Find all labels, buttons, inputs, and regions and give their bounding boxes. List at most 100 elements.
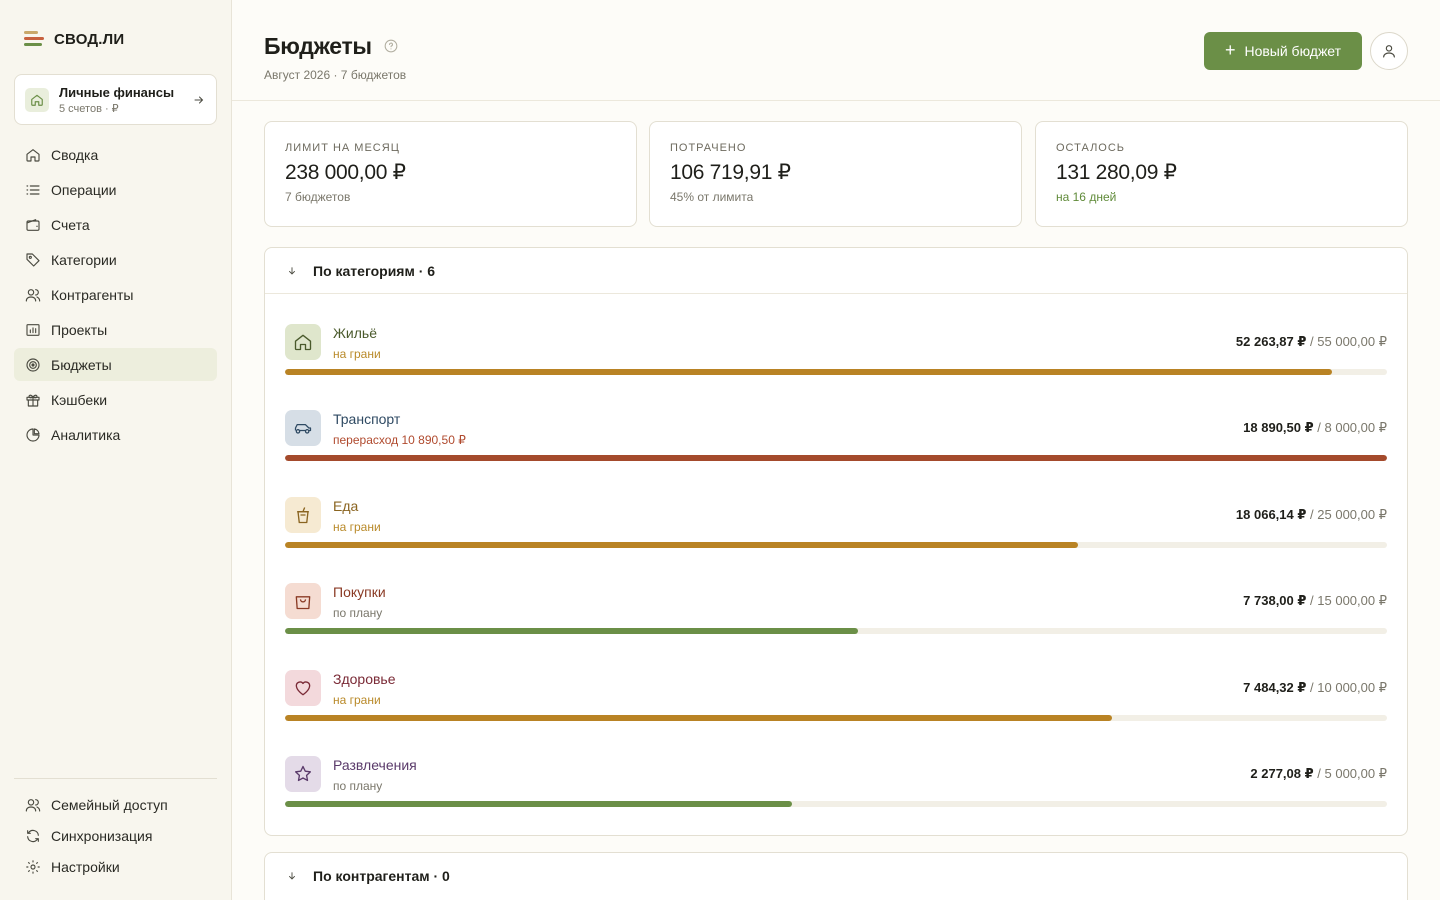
wallet-icon bbox=[24, 216, 42, 234]
stat-value: 238 000,00 ₽ bbox=[285, 161, 406, 184]
sidebar-item-family-access[interactable]: Семейный доступ bbox=[14, 790, 217, 819]
sidebar-item-projects[interactable]: Проекты bbox=[14, 313, 217, 346]
stat-note: 45% от лимита bbox=[670, 190, 754, 204]
budget-status: перерасход 10 890,50 ₽ bbox=[333, 433, 466, 447]
stat-value: 131 280,09 ₽ bbox=[1056, 161, 1177, 184]
secondary-nav: Семейный доступ Синхронизация Настройки bbox=[14, 790, 217, 883]
sidebar-item-label: Сводка bbox=[51, 146, 99, 163]
sidebar-item-label: Кэшбеки bbox=[51, 391, 108, 408]
budget-name: Развлечения bbox=[333, 757, 417, 773]
sidebar-item-label: Проекты bbox=[51, 321, 108, 338]
budget-progress-track bbox=[285, 801, 1387, 807]
budget-progress-fill bbox=[285, 715, 1112, 721]
budget-row[interactable]: Жильё на грани 52 263,87 ₽ / 55 000,00 ₽ bbox=[285, 324, 1387, 384]
sidebar-item-cashback[interactable]: Кэшбеки bbox=[14, 383, 217, 416]
arrow-down-icon bbox=[287, 265, 299, 277]
budget-amount: 7 484,32 ₽ / 10 000,00 ₽ bbox=[1243, 680, 1387, 696]
brand[interactable]: СВОД.ЛИ bbox=[24, 30, 124, 48]
budget-limit: / 55 000,00 ₽ bbox=[1310, 334, 1387, 349]
categories-panel-title: По категориям · 6 bbox=[313, 262, 436, 279]
logo-icon bbox=[24, 30, 46, 48]
budget-status: по плану bbox=[333, 779, 383, 793]
sidebar: СВОД.ЛИ Личные финансы 5 счетов · ₽ Свод… bbox=[0, 0, 232, 900]
sidebar-item-counterparties[interactable]: Контрагенты bbox=[14, 278, 217, 311]
budget-limit: / 5 000,00 ₽ bbox=[1317, 766, 1387, 781]
sync-icon bbox=[24, 827, 42, 845]
sidebar-item-categories[interactable]: Категории bbox=[14, 243, 217, 276]
star-icon bbox=[285, 756, 321, 792]
sidebar-item-settings[interactable]: Настройки bbox=[14, 852, 217, 881]
budget-row[interactable]: Еда на грани 18 066,14 ₽ / 25 000,00 ₽ bbox=[285, 497, 1387, 557]
workspace-subtitle: 5 счетов · ₽ bbox=[59, 102, 119, 115]
stat-note: на 16 дней bbox=[1056, 190, 1117, 204]
counterparties-panel: По контрагентам · 0 bbox=[264, 852, 1408, 900]
stat-note: 7 бюджетов bbox=[285, 190, 351, 204]
budget-status: на грани bbox=[333, 693, 381, 707]
pie-icon bbox=[24, 426, 42, 444]
budget-progress-track bbox=[285, 715, 1387, 721]
budget-limit: / 15 000,00 ₽ bbox=[1310, 593, 1387, 608]
arrow-right-icon bbox=[192, 93, 206, 107]
categories-panel-toggle[interactable]: По категориям · 6 bbox=[265, 248, 1407, 294]
new-budget-button[interactable]: + Новый бюджет bbox=[1204, 32, 1362, 70]
budget-name: Покупки bbox=[333, 584, 386, 600]
budget-row[interactable]: Транспорт перерасход 10 890,50 ₽ 18 890,… bbox=[285, 410, 1387, 470]
page-subtitle: Август 2026 · 7 бюджетов bbox=[264, 68, 407, 82]
budget-amount: 52 263,87 ₽ / 55 000,00 ₽ bbox=[1236, 334, 1387, 350]
sidebar-item-operations[interactable]: Операции bbox=[14, 173, 217, 206]
categories-panel: По категориям · 6 Жильё на грани 52 263,… bbox=[264, 247, 1408, 836]
budget-limit: / 10 000,00 ₽ bbox=[1310, 680, 1387, 695]
budget-row[interactable]: Покупки по плану 7 738,00 ₽ / 15 000,00 … bbox=[285, 583, 1387, 643]
budget-progress-fill bbox=[285, 801, 792, 807]
budget-limit: / 25 000,00 ₽ bbox=[1310, 507, 1387, 522]
sidebar-item-label: Операции bbox=[51, 181, 117, 198]
chart-icon bbox=[24, 321, 42, 339]
stat-card-spent: ПОТРАЧЕНО 106 719,91 ₽ 45% от лимита bbox=[649, 121, 1022, 227]
budget-progress-track bbox=[285, 369, 1387, 375]
counterparties-panel-toggle[interactable]: По контрагентам · 0 bbox=[265, 853, 1407, 899]
sidebar-item-label: Контрагенты bbox=[51, 286, 134, 303]
budget-name: Еда bbox=[333, 498, 359, 514]
stat-label: ПОТРАЧЕНО bbox=[670, 142, 747, 154]
sidebar-item-label: Настройки bbox=[51, 858, 120, 875]
arrow-down-icon bbox=[287, 870, 299, 882]
car-icon bbox=[285, 410, 321, 446]
workspace-switcher[interactable]: Личные финансы 5 счетов · ₽ bbox=[14, 74, 217, 125]
tag-icon bbox=[24, 251, 42, 269]
stat-label: ОСТАЛОСЬ bbox=[1056, 142, 1126, 154]
budget-progress-track bbox=[285, 542, 1387, 548]
budget-status: на грани bbox=[333, 347, 381, 361]
user-avatar[interactable] bbox=[1370, 32, 1408, 70]
brand-name: СВОД.ЛИ bbox=[54, 30, 125, 48]
new-budget-label: Новый бюджет bbox=[1244, 43, 1342, 59]
counterparties-panel-title: По контрагентам · 0 bbox=[313, 868, 450, 884]
sidebar-item-budgets[interactable]: Бюджеты bbox=[14, 348, 217, 381]
budget-spent: 18 890,50 ₽ bbox=[1243, 420, 1314, 435]
budget-name: Жильё bbox=[333, 325, 377, 341]
sidebar-item-label: Аналитика bbox=[51, 426, 121, 443]
budget-row[interactable]: Развлечения по плану 2 277,08 ₽ / 5 000,… bbox=[285, 756, 1387, 816]
budget-spent: 2 277,08 ₽ bbox=[1250, 766, 1314, 781]
budget-progress-fill bbox=[285, 369, 1332, 375]
budget-name: Здоровье bbox=[333, 671, 396, 687]
home-icon bbox=[25, 87, 49, 112]
sidebar-item-analytics[interactable]: Аналитика bbox=[14, 418, 217, 451]
stat-card-remaining: ОСТАЛОСЬ 131 280,09 ₽ на 16 дней bbox=[1035, 121, 1408, 227]
help-icon[interactable] bbox=[384, 39, 398, 53]
budget-amount: 7 738,00 ₽ / 15 000,00 ₽ bbox=[1243, 593, 1387, 609]
budget-amount: 2 277,08 ₽ / 5 000,00 ₽ bbox=[1250, 766, 1387, 782]
budget-status: по плану bbox=[333, 606, 383, 620]
sidebar-item-sync[interactable]: Синхронизация bbox=[14, 821, 217, 850]
sidebar-item-summary[interactable]: Сводка bbox=[14, 138, 217, 171]
budget-row[interactable]: Здоровье на грани 7 484,32 ₽ / 10 000,00… bbox=[285, 670, 1387, 730]
sidebar-item-label: Счета bbox=[51, 216, 90, 233]
home-icon bbox=[24, 146, 42, 164]
budget-amount: 18 890,50 ₽ / 8 000,00 ₽ bbox=[1243, 420, 1387, 436]
sidebar-item-accounts[interactable]: Счета bbox=[14, 208, 217, 241]
budget-spent: 52 263,87 ₽ bbox=[1235, 334, 1307, 349]
workspace-title: Личные финансы bbox=[59, 84, 175, 100]
sidebar-item-label: Категории bbox=[51, 251, 117, 268]
sidebar-divider bbox=[14, 778, 217, 779]
heart-icon bbox=[285, 670, 321, 706]
budget-progress-track bbox=[285, 455, 1387, 461]
